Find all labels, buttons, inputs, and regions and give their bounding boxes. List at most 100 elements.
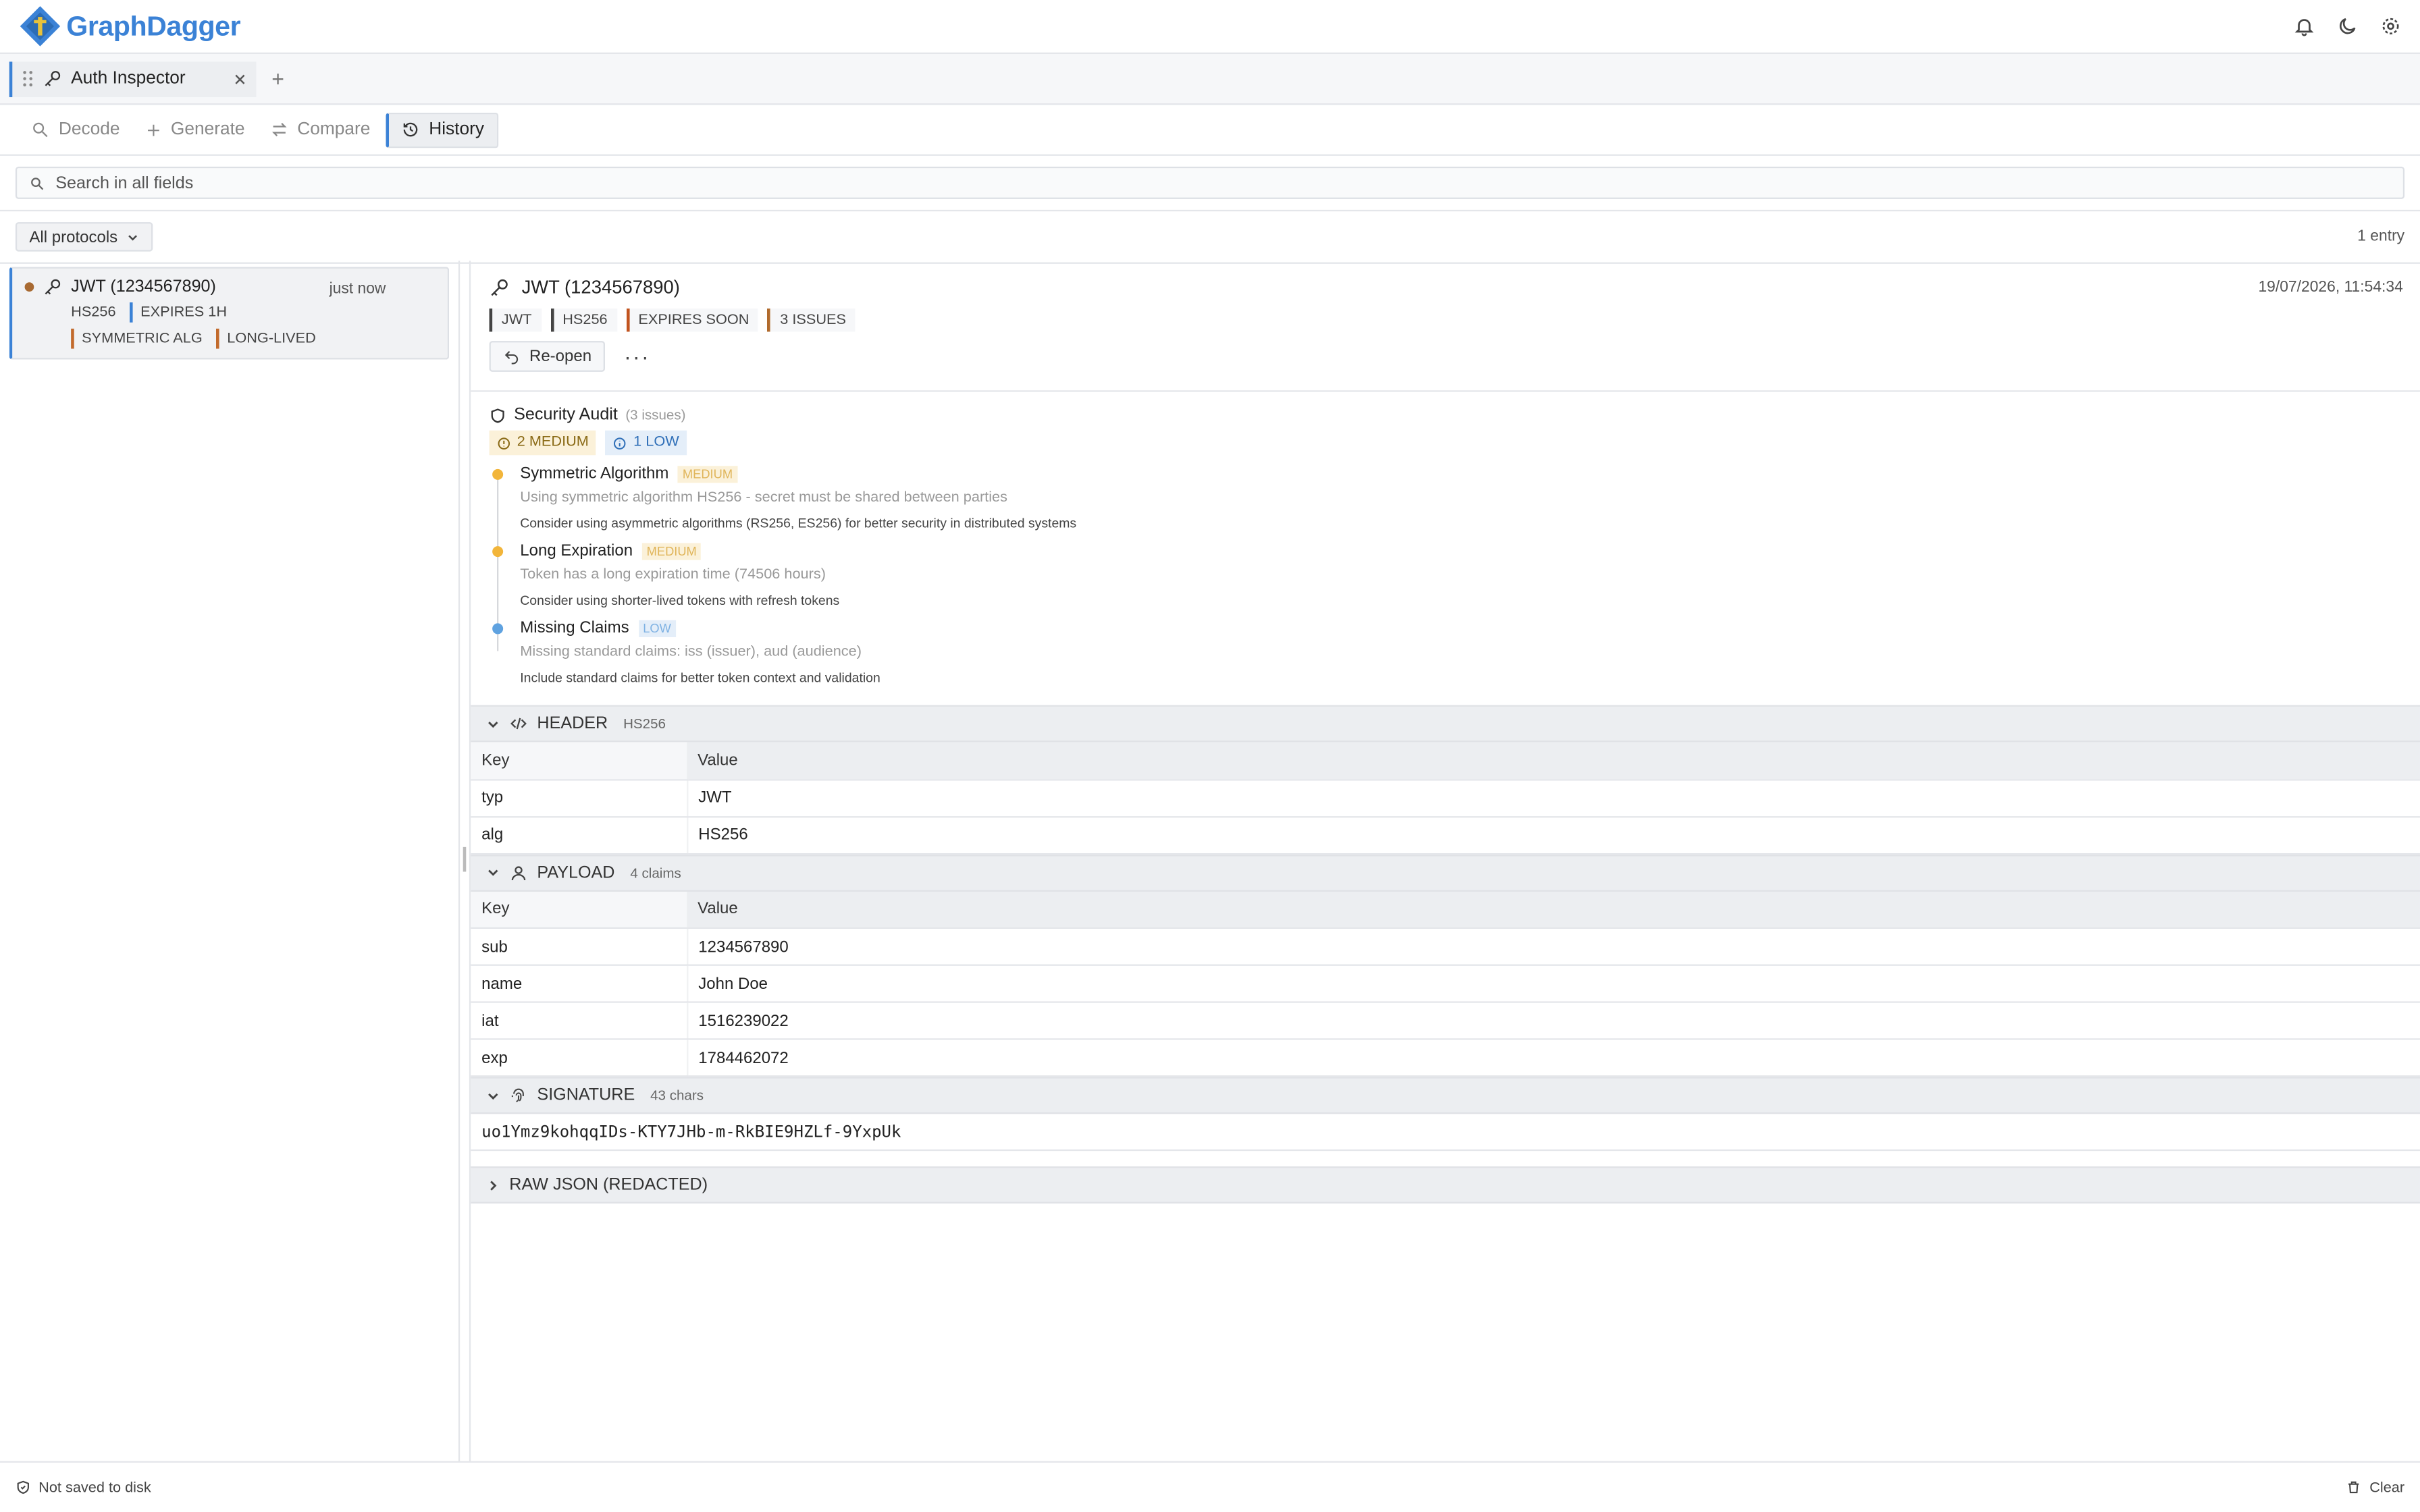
table-row: alg HS256 [471, 816, 2420, 855]
tag-issues: 3 ISSUES [767, 308, 856, 332]
clear-button[interactable]: Clear [2346, 1479, 2404, 1496]
issue-title: Symmetric Algorithm [520, 464, 669, 483]
more-options-button[interactable]: ··· [624, 344, 650, 369]
low-count-label: 1 LOW [633, 433, 679, 451]
tab-auth-inspector[interactable]: Auth Inspector [9, 61, 257, 97]
table-row: sub 1234567890 [471, 927, 2420, 966]
search-bar [0, 156, 2420, 212]
history-item[interactable]: JWT (1234567890) just now HS256 EXPIRES … [9, 267, 450, 360]
security-audit: Security Audit (3 issues) 2 MEDIUM 1 LOW… [471, 392, 2420, 705]
detail-timestamp: 19/07/2026, 11:54:34 [2258, 279, 2403, 296]
section-title: SIGNATURE [537, 1086, 635, 1105]
signature-section-toggle[interactable]: SIGNATURE 43 chars [471, 1077, 2420, 1114]
filter-bar: All protocols 1 entry [0, 211, 2420, 264]
tag-type: JWT [489, 308, 542, 332]
main-split: JWT (1234567890) just now HS256 EXPIRES … [0, 261, 2420, 1461]
logo-icon [18, 5, 61, 48]
swap-icon [269, 120, 288, 138]
severity-pill: MEDIUM [678, 465, 737, 483]
chip-alg: HS256 [71, 304, 116, 321]
resize-grip[interactable] [463, 846, 467, 872]
chevron-down-icon [127, 231, 139, 243]
detail-header: JWT (1234567890) 19/07/2026, 11:54:34 JW… [471, 261, 2420, 392]
mode-decode[interactable]: Decode [22, 112, 129, 148]
mode-label: Compare [297, 120, 371, 139]
issue-recommendation: Consider using asymmetric algorithms (RS… [520, 515, 1077, 531]
issue-recommendation: Consider using shorter-lived tokens with… [520, 592, 840, 608]
section-title: PAYLOAD [537, 863, 615, 882]
save-status-label: Not saved to disk [38, 1478, 151, 1496]
mode-generate[interactable]: Generate [135, 112, 254, 148]
brand[interactable]: GraphDagger [18, 5, 241, 48]
history-item-time: just now [329, 280, 386, 298]
code-icon [509, 714, 527, 732]
severity-dot [492, 468, 504, 480]
issue-description: Token has a long expiration time (74506 … [520, 566, 826, 583]
payload-table: Key Value sub 1234567890 name John Doe i… [471, 890, 2420, 1077]
mode-history[interactable]: History [386, 111, 498, 148]
search-box [15, 166, 2405, 199]
cell-key: typ [471, 779, 688, 817]
bell-icon[interactable] [2294, 16, 2315, 37]
section-title: HEADER [537, 714, 608, 733]
status-dot [24, 282, 34, 292]
close-icon[interactable] [233, 72, 247, 86]
issue-description: Missing standard claims: iss (issuer), a… [520, 643, 862, 661]
raw-json-section-toggle[interactable]: RAW JSON (REDACTED) [471, 1166, 2420, 1204]
tab-strip: Auth Inspector + [0, 53, 2420, 105]
audit-title: Security Audit [514, 406, 618, 425]
user-icon [509, 863, 527, 882]
history-item-title: JWT (1234567890) [71, 277, 216, 296]
add-tab-button[interactable]: + [271, 66, 284, 91]
chip-expiry: EXPIRES 1H [130, 302, 234, 323]
history-list: JWT (1234567890) just now HS256 EXPIRES … [0, 261, 461, 1461]
search-input[interactable] [55, 173, 2391, 192]
column-header-key: Key [471, 742, 687, 780]
clear-label: Clear [2369, 1478, 2405, 1496]
audit-subtitle: (3 issues) [625, 407, 686, 423]
key-icon [490, 277, 510, 297]
issue-title: Missing Claims [520, 618, 629, 637]
header-table: Key Value typ JWT alg HS256 [471, 742, 2420, 855]
issue-list: Symmetric Algorithm MEDIUM Using symmetr… [490, 464, 2402, 685]
mode-compare[interactable]: Compare [260, 112, 379, 148]
issue-title: Long Expiration [520, 541, 633, 560]
cell-value: JWT [687, 779, 2420, 817]
gear-icon[interactable] [2380, 16, 2402, 37]
protocol-select[interactable]: All protocols [15, 222, 153, 252]
tag-expires: EXPIRES SOON [626, 308, 759, 332]
search-icon [31, 120, 49, 138]
severity-pill: LOW [638, 619, 676, 637]
column-header-value: Value [687, 742, 2420, 780]
column-header-key: Key [471, 890, 687, 929]
chip-long-lived: LONG-LIVED [216, 328, 323, 349]
issue-recommendation: Include standard claims for better token… [520, 669, 880, 685]
protocol-select-label: All protocols [29, 227, 118, 246]
info-icon [613, 436, 627, 450]
cell-key: sub [471, 927, 688, 966]
section-meta: 43 chars [650, 1087, 704, 1104]
key-icon [43, 70, 61, 88]
split-resizer[interactable] [460, 261, 471, 1461]
severity-dot [492, 546, 504, 558]
brand-name: GraphDagger [66, 9, 241, 41]
issue-item: Missing Claims LOW Missing standard clai… [492, 618, 2401, 685]
mode-label: Generate [170, 120, 245, 139]
search-icon [29, 175, 45, 190]
cell-key: exp [471, 1039, 688, 1077]
trash-icon [2346, 1480, 2362, 1495]
section-meta: HS256 [623, 716, 666, 732]
reopen-label: Re-open [529, 347, 592, 366]
mode-toolbar: Decode Generate Compare History [0, 105, 2420, 156]
status-bar: Not saved to disk Clear [0, 1461, 2420, 1512]
header-section-toggle[interactable]: HEADER HS256 [471, 705, 2420, 742]
undo-icon [503, 348, 520, 364]
moon-icon[interactable] [2337, 16, 2359, 37]
history-icon [401, 120, 419, 138]
signature-value: uo1Ymz9kohqqIDs-KTY7JHb-m-RkBIE9HZLf-9Yx… [471, 1114, 2420, 1152]
reopen-button[interactable]: Re-open [489, 341, 606, 372]
shield-icon [490, 406, 506, 423]
payload-section-toggle[interactable]: PAYLOAD 4 claims [471, 854, 2420, 891]
cell-value: 1234567890 [687, 927, 2420, 966]
drag-handle-icon[interactable] [22, 70, 34, 88]
